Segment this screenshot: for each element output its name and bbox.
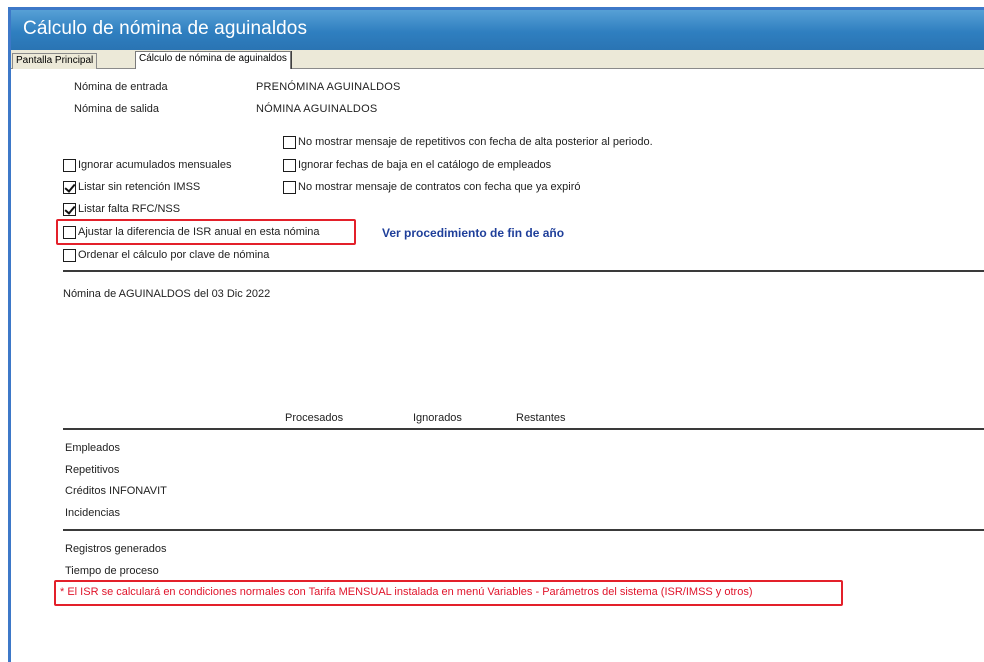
window-title: Cálculo de nómina de aguinaldos	[23, 18, 308, 39]
tab-strip: Pantalla Principal Cálculo de nómina de …	[11, 50, 984, 70]
tab-bonus-payroll-calculation[interactable]: Cálculo de nómina de aguinaldos	[135, 51, 291, 70]
checkbox-box[interactable]	[63, 180, 76, 194]
tab-panel: Nómina de entrada PRENÓMINA AGUINALDOS N…	[11, 69, 984, 662]
checkbox-label: Listar sin retención IMSS	[78, 181, 201, 193]
isr-calculation-note: * El ISR se calculará en condiciones nor…	[60, 586, 753, 598]
input-payroll-label: Nómina de entrada	[74, 81, 168, 93]
checkbox-box[interactable]	[283, 180, 296, 194]
no-repetitive-message-checkbox[interactable]: No mostrar mensaje de repetitivos con fe…	[283, 134, 653, 150]
tab-main-screen[interactable]: Pantalla Principal	[12, 53, 98, 69]
output-payroll-value: NÓMINA AGUINALDOS	[256, 103, 378, 115]
column-header-processed: Procesados	[285, 412, 344, 424]
list-without-imss-retention-checkbox[interactable]: Listar sin retención IMSS	[63, 179, 200, 195]
checkbox-box[interactable]	[63, 248, 76, 262]
checkbox-label: Ordenar el cálculo por clave de nómina	[78, 249, 270, 261]
column-header-ignored: Ignorados	[413, 412, 462, 424]
row-employees: Empleados	[65, 442, 121, 454]
row-repetitives: Repetitivos	[65, 464, 120, 476]
input-payroll-value: PRENÓMINA AGUINALDOS	[256, 81, 401, 93]
checkbox-box[interactable]	[283, 135, 296, 149]
checkbox-label: No mostrar mensaje de contratos con fech…	[298, 181, 581, 193]
no-expired-contracts-message-checkbox[interactable]: No mostrar mensaje de contratos con fech…	[283, 179, 580, 195]
year-end-procedure-link[interactable]: Ver procedimiento de fin de año	[382, 226, 564, 240]
title-bar: Cálculo de nómina de aguinaldos	[11, 10, 984, 50]
checkbox-box[interactable]	[63, 158, 76, 172]
row-infonavit-credits: Créditos INFONAVIT	[65, 485, 167, 497]
order-by-payroll-key-checkbox[interactable]: Ordenar el cálculo por clave de nómina	[63, 247, 269, 263]
ignore-monthly-accumulated-checkbox[interactable]: Ignorar acumulados mensuales	[63, 157, 231, 173]
ignore-termination-dates-checkbox[interactable]: Ignorar fechas de baja en el catálogo de…	[283, 157, 551, 173]
checkbox-label: Ignorar fechas de baja en el catálogo de…	[298, 159, 552, 171]
row-generated-records: Registros generados	[65, 543, 167, 555]
summary-divider	[63, 529, 984, 531]
checkbox-label: Ignorar acumulados mensuales	[78, 159, 232, 171]
app-window: Cálculo de nómina de aguinaldos Pantalla…	[8, 7, 984, 662]
output-payroll-label: Nómina de salida	[74, 103, 159, 115]
checkbox-box[interactable]	[63, 202, 76, 216]
list-missing-rfc-nss-checkbox[interactable]: Listar falta RFC/NSS	[63, 201, 180, 217]
column-header-remaining: Restantes	[516, 412, 566, 424]
checkbox-label: Listar falta RFC/NSS	[78, 203, 181, 215]
payroll-info-text: Nómina de AGUINALDOS del 03 Dic 2022	[63, 288, 271, 300]
section-divider	[63, 270, 984, 272]
highlight-box-isr-adjust	[56, 219, 356, 245]
checkbox-label: No mostrar mensaje de repetitivos con fe…	[298, 136, 653, 148]
row-process-time: Tiempo de proceso	[65, 565, 159, 577]
checkbox-box[interactable]	[283, 158, 296, 172]
table-header-divider	[63, 428, 984, 430]
row-incidents: Incidencias	[65, 507, 121, 519]
